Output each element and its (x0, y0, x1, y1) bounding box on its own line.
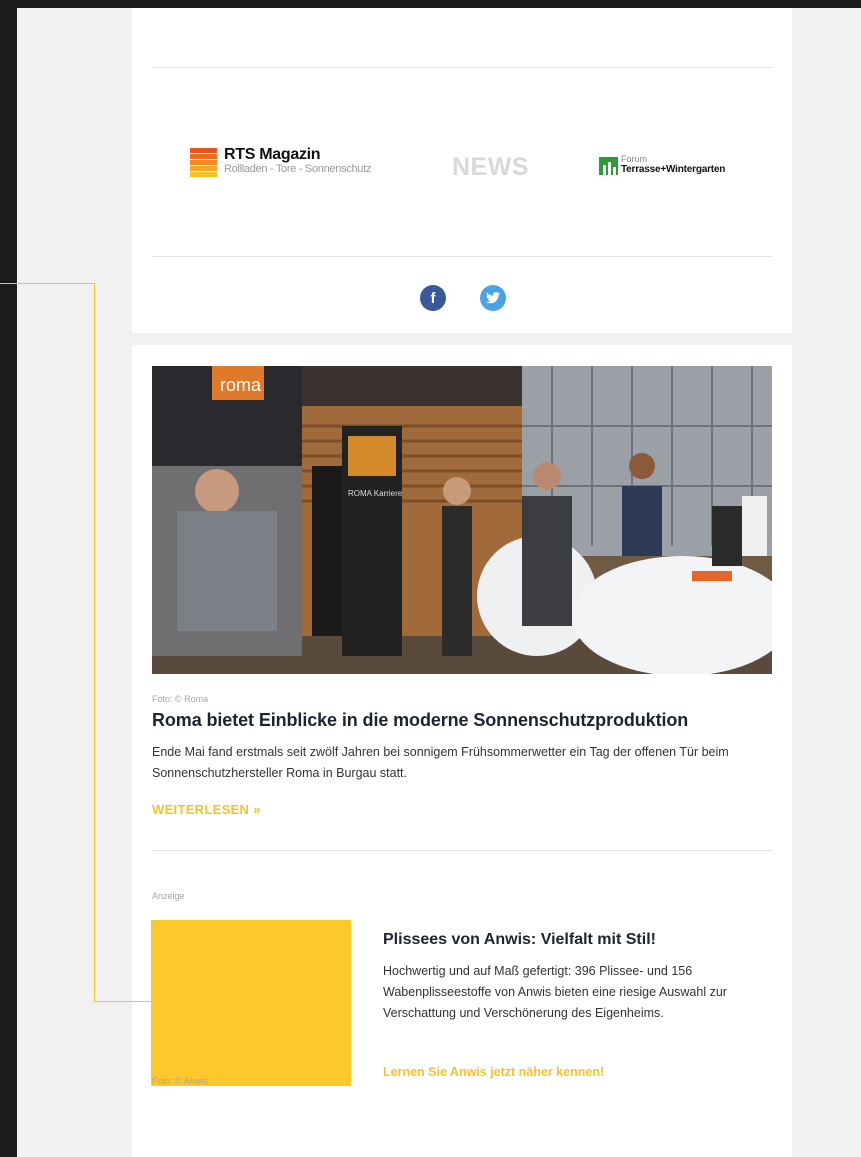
ad-link[interactable]: Lernen Sie Anwis jetzt näher kennen! (383, 1065, 604, 1079)
divider (152, 850, 772, 851)
article-headline[interactable]: Roma bietet Einblicke in die moderne Son… (152, 710, 688, 731)
rts-logo-subtitle: Rollladen - Tore - Sonnenschutz (224, 163, 372, 175)
news-logo-link[interactable]: NEWS (452, 153, 529, 182)
article-photo-credit: Foto: © Roma (152, 694, 209, 704)
ad-title[interactable]: Plissees von Anwis: Vielfalt mit Stil! (383, 931, 656, 949)
divider (152, 67, 772, 68)
ad-text: Hochwertig und auf Maß gefertigt: 396 Pl… (383, 964, 727, 1020)
ad-image[interactable] (151, 920, 351, 1086)
twitter-icon[interactable] (480, 285, 506, 311)
highlight-connector (0, 283, 94, 284)
article-card: roma ROMA Karriere Foto: © Roma Roma bie… (132, 345, 792, 1157)
divider (152, 256, 772, 257)
header-card: RTS Magazin Rollladen - Tore - Sonnensch… (132, 8, 792, 333)
forum-logo-large: Terrasse+Wintergarten (621, 164, 726, 175)
forum-logo-icon (599, 157, 618, 175)
article-hero-image[interactable]: roma ROMA Karriere (152, 366, 772, 674)
rts-magazin-logo-icon (190, 148, 217, 178)
ad-photo-credit: Foto: © Anwis (152, 1076, 208, 1086)
rts-logo-title: RTS Magazin (224, 146, 321, 163)
forum-logo-link[interactable]: Forum Terrasse+Wintergarten (599, 155, 725, 175)
highlight-connector (94, 283, 95, 1001)
facebook-icon[interactable]: f (420, 285, 446, 311)
svg-text:ROMA Karriere: ROMA Karriere (348, 489, 403, 498)
highlight-connector (94, 1001, 151, 1002)
read-more-link[interactable]: WEITERLESEN » (152, 802, 261, 817)
svg-text:roma: roma (220, 375, 262, 395)
newsletter-canvas: RTS Magazin Rollladen - Tore - Sonnensch… (17, 8, 861, 1157)
article-lead: Ende Mai fand erstmals seit zwölf Jahren… (152, 745, 729, 780)
forum-logo-small: Forum (621, 154, 648, 164)
rts-magazin-logo-link[interactable]: RTS Magazin Rollladen - Tore - Sonnensch… (190, 146, 372, 178)
ad-label: Anzeige (152, 891, 185, 901)
